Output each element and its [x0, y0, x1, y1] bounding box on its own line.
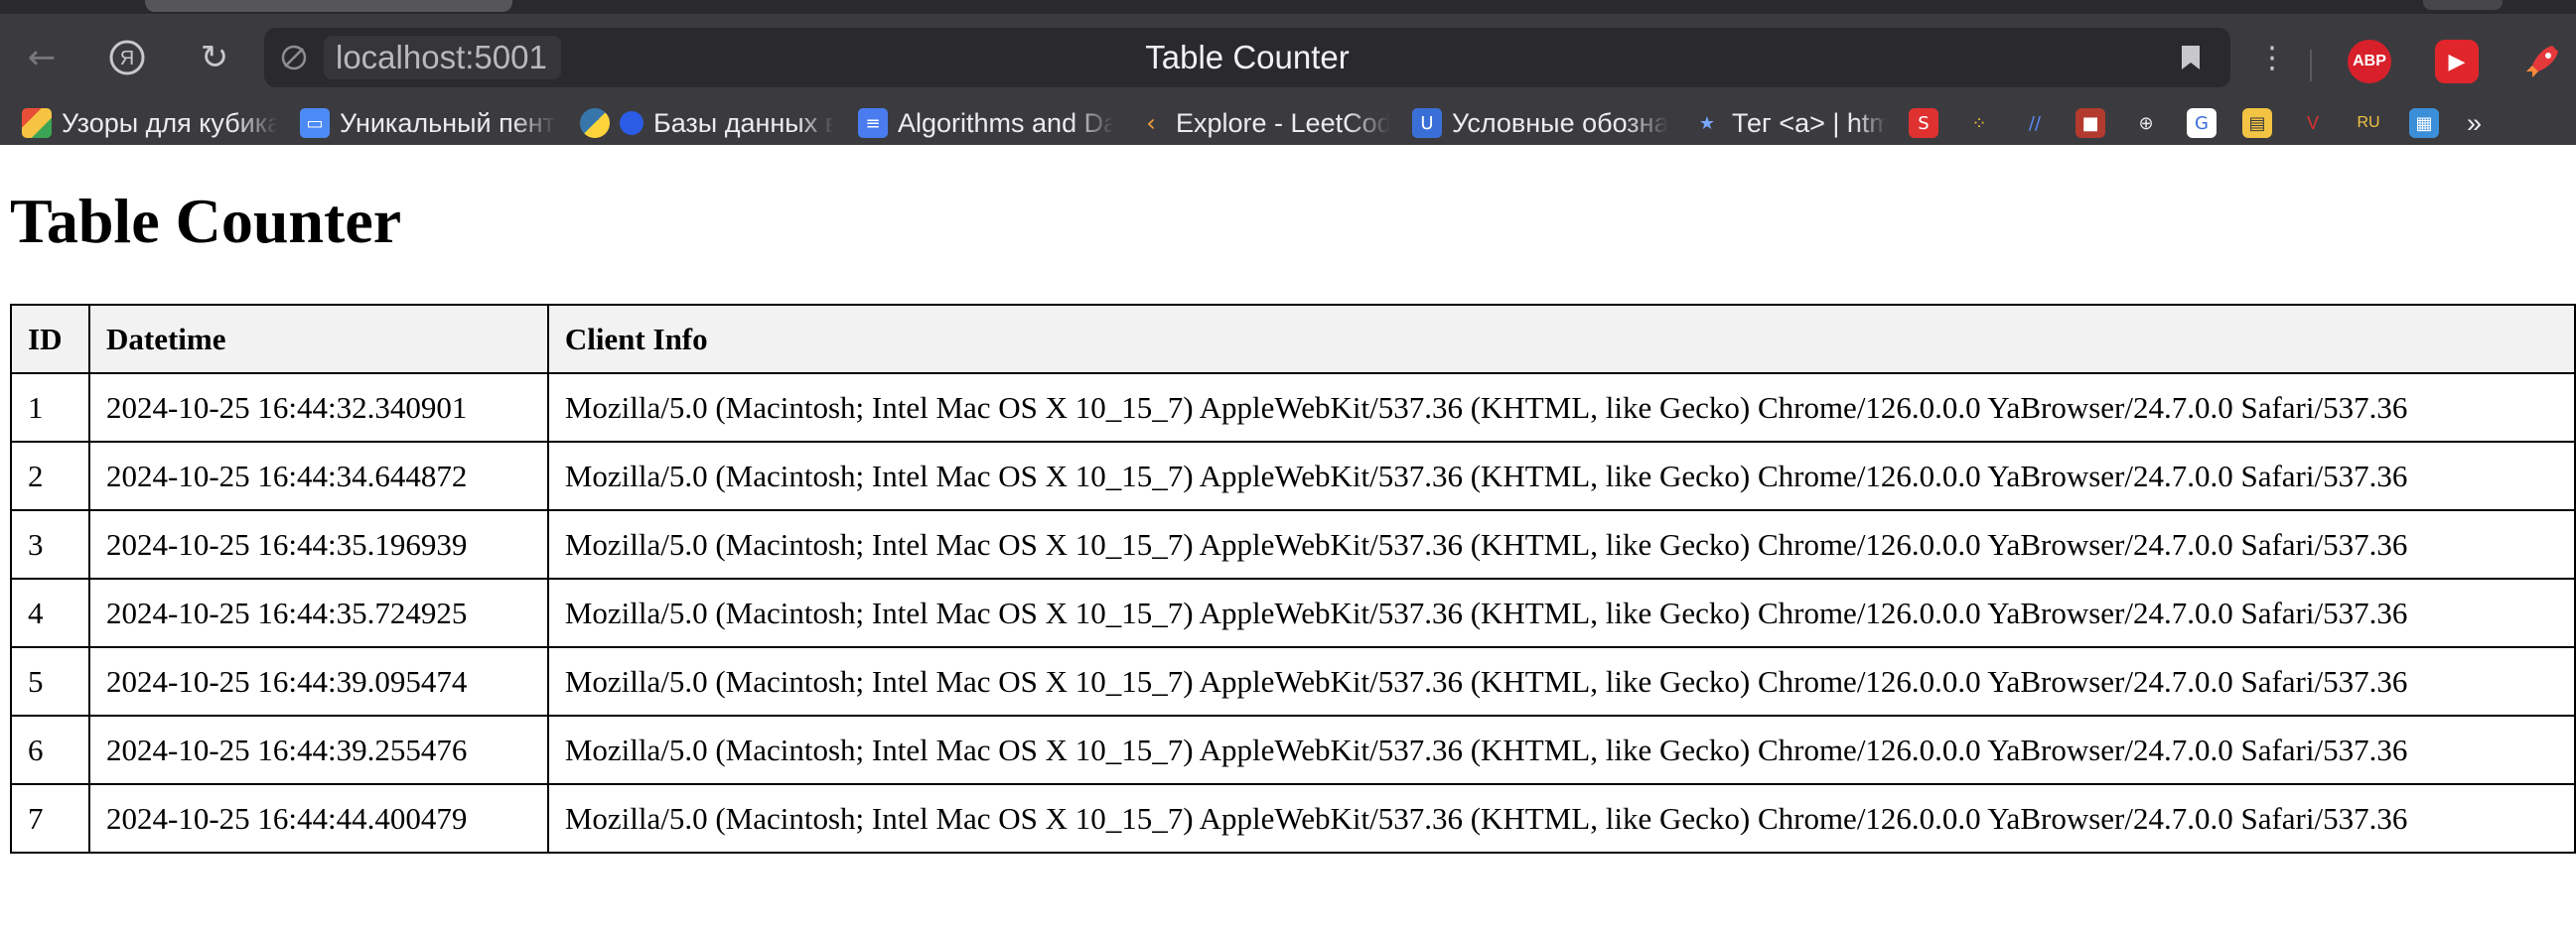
bookmarks-overflow-button[interactable]: »	[2467, 101, 2503, 145]
bookmark-item[interactable]: Узоры для кубика	[22, 101, 278, 145]
shield-icon: U	[1412, 108, 1442, 138]
bookmark-label: Базы данных в	[653, 107, 834, 138]
cell-datetime: 2024-10-25 16:44:39.255476	[88, 715, 549, 785]
menu-dots-icon[interactable]: ⋮	[2248, 34, 2296, 81]
cell-id: 2	[9, 441, 91, 511]
cell-id: 5	[9, 646, 91, 717]
url-text[interactable]: localhost:5001	[324, 36, 561, 79]
tab-strip	[0, 0, 2576, 14]
tab-other[interactable]	[2423, 0, 2503, 10]
column-header-client-info: Client Info	[546, 304, 2576, 374]
cell-datetime: 2024-10-25 16:44:35.196939	[88, 509, 549, 580]
cell-client-info: Mozilla/5.0 (Macintosh; Intel Mac OS X 1…	[546, 783, 2576, 854]
table-row: 1 2024-10-25 16:44:32.340901 Mozilla/5.0…	[9, 372, 2576, 443]
bookmark-label: Узоры для кубика	[62, 107, 278, 138]
s-icon[interactable]: S	[1909, 108, 1938, 138]
youtube-extension-button[interactable]: ▶	[2433, 38, 2481, 85]
table-row: 5 2024-10-25 16:44:39.095474 Mozilla/5.0…	[9, 646, 2576, 717]
cube-icon	[22, 108, 52, 138]
star-icon: ★	[1698, 112, 1716, 134]
cell-datetime: 2024-10-25 16:44:32.340901	[88, 372, 549, 443]
cell-client-info: Mozilla/5.0 (Macintosh; Intel Mac OS X 1…	[546, 372, 2576, 443]
bookmark-item[interactable]: Базы данных в	[580, 101, 834, 145]
bookmark-item[interactable]: ‹ Explore - LeetCode	[1136, 101, 1390, 145]
column-header-datetime: Datetime	[88, 304, 549, 374]
play-icon: ▶	[2435, 40, 2479, 83]
cell-client-info: Mozilla/5.0 (Macintosh; Intel Mac OS X 1…	[546, 509, 2576, 580]
table-row: 3 2024-10-25 16:44:35.196939 Mozilla/5.0…	[9, 509, 2576, 580]
bookmark-label: Explore - LeetCode	[1176, 107, 1390, 138]
bookmark-label: Тег <a> | html	[1732, 107, 1887, 138]
tab-active[interactable]	[145, 0, 512, 12]
page-content: Table Counter ID Datetime Client Info 1 …	[0, 145, 2576, 937]
bookmark-item[interactable]: U Условные обозначения	[1412, 101, 1668, 145]
yandex-logo-icon[interactable]: Я	[103, 34, 151, 81]
cell-datetime: 2024-10-25 16:44:44.400479	[88, 783, 549, 854]
circle-icon[interactable]: G	[2187, 108, 2217, 138]
cell-id: 7	[9, 783, 91, 854]
counter-table: ID Datetime Client Info 1 2024-10-25 16:…	[9, 304, 2576, 854]
grid-icon[interactable]: ▦	[2409, 108, 2439, 138]
table-row: 7 2024-10-25 16:44:44.400479 Mozilla/5.0…	[9, 783, 2576, 854]
book-icon[interactable]: ▤	[2242, 108, 2272, 138]
adblock-extension-button[interactable]: ABP	[2346, 38, 2393, 85]
bookmark-item[interactable]: ≡ Algorithms and Data	[858, 101, 1114, 145]
address-bar[interactable]: localhost:5001 Table Counter	[264, 28, 2230, 87]
bookmark-item[interactable]: ★ Тег <a> | html	[1692, 101, 1887, 145]
r-icon[interactable]: RU	[2354, 108, 2383, 138]
cell-id: 6	[9, 715, 91, 785]
leetcode-icon: ‹	[1146, 109, 1156, 137]
globe-icon[interactable]: ⊕	[2131, 108, 2161, 138]
rocket-icon	[2526, 46, 2558, 77]
adblock-icon: ABP	[2348, 40, 2391, 83]
cell-id: 1	[9, 372, 91, 443]
rocket-extension-button[interactable]	[2518, 38, 2566, 85]
cell-id: 4	[9, 578, 91, 648]
page-heading: Table Counter	[10, 186, 402, 256]
bookmark-item[interactable]: ▭ Уникальный пентальный	[300, 101, 556, 145]
table-row: 4 2024-10-25 16:44:35.724925 Mozilla/5.0…	[9, 578, 2576, 648]
browser-chrome: ← Я ↻ localhost:5001 Table Counter ⋮ ABP…	[0, 0, 2576, 145]
table-row: 2 2024-10-25 16:44:34.644872 Mozilla/5.0…	[9, 441, 2576, 511]
cell-datetime: 2024-10-25 16:44:39.095474	[88, 646, 549, 717]
bookmark-label: Algorithms and Data	[898, 107, 1114, 138]
python-icon	[580, 108, 610, 138]
browser-toolbar: ← Я ↻ localhost:5001 Table Counter ⋮ ABP…	[0, 14, 2576, 101]
table-header-row: ID Datetime Client Info	[9, 304, 2576, 374]
toolbar-divider	[2310, 50, 2312, 81]
svg-text:Я: Я	[120, 48, 134, 69]
dots-icon[interactable]: ⁘	[1964, 108, 1994, 138]
cell-client-info: Mozilla/5.0 (Macintosh; Intel Mac OS X 1…	[546, 578, 2576, 648]
bookmark-icon[interactable]	[2175, 42, 2207, 73]
square-icon[interactable]: ■	[2075, 108, 2105, 138]
cell-datetime: 2024-10-25 16:44:34.644872	[88, 441, 549, 511]
site-info-icon[interactable]	[278, 42, 310, 73]
reload-icon[interactable]: ↻	[191, 34, 238, 81]
cell-datetime: 2024-10-25 16:44:35.724925	[88, 578, 549, 648]
cell-client-info: Mozilla/5.0 (Macintosh; Intel Mac OS X 1…	[546, 646, 2576, 717]
bookmarks-bar: Узоры для кубика ▭ Уникальный пентальный…	[0, 101, 2576, 145]
table-row: 6 2024-10-25 16:44:39.255476 Mozilla/5.0…	[9, 715, 2576, 785]
back-arrow-icon[interactable]: ←	[18, 34, 66, 81]
globe-icon	[620, 111, 644, 135]
document-icon: ≡	[858, 108, 888, 138]
cell-id: 3	[9, 509, 91, 580]
column-header-id: ID	[9, 304, 91, 374]
cell-client-info: Mozilla/5.0 (Macintosh; Intel Mac OS X 1…	[546, 715, 2576, 785]
slash-icon[interactable]: //	[2020, 108, 2050, 138]
v-icon[interactable]: V	[2298, 108, 2328, 138]
cell-client-info: Mozilla/5.0 (Macintosh; Intel Mac OS X 1…	[546, 441, 2576, 511]
folder-icon: ▭	[300, 108, 330, 138]
bookmark-label: Уникальный пентальный	[340, 107, 556, 138]
bookmark-label: Условные обозначения	[1452, 107, 1668, 138]
